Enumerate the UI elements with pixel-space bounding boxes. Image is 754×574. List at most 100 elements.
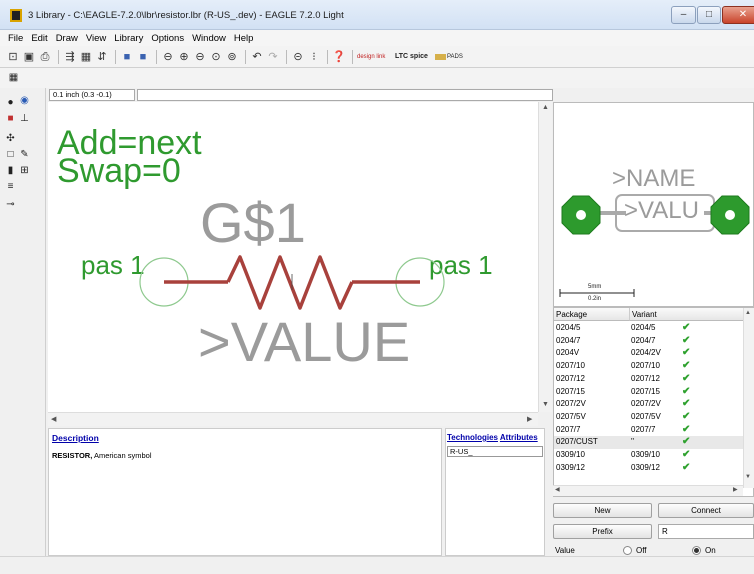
zoom-select-icon[interactable]: ⊚	[225, 50, 239, 64]
ltspice-button[interactable]: LTC spice	[395, 53, 428, 60]
connect-icon[interactable]: ⊸	[4, 198, 17, 211]
canvas-vertical-scrollbar[interactable]: ▲ ▼	[538, 102, 552, 412]
table-row[interactable]: 0207/10 0207/10 ✔	[554, 360, 744, 373]
copy-icon[interactable]: □	[4, 148, 17, 161]
package-variant-table: Package Variant 0204/5 0204/5 ✔ 0204/7 0204/…	[553, 307, 754, 497]
menu-view[interactable]: View	[86, 33, 106, 44]
menu-help[interactable]: Help	[234, 33, 254, 44]
menu-window[interactable]: Window	[192, 33, 226, 44]
column-header-package[interactable]: Package	[554, 308, 630, 321]
open-icon[interactable]: ⊡	[6, 50, 20, 64]
new-button[interactable]: New	[553, 503, 652, 518]
package-cell: 0204V	[556, 348, 580, 358]
zoom-out-icon[interactable]: ⊖	[193, 50, 207, 64]
delete-icon[interactable]: ▮	[4, 164, 17, 177]
canvas-horizontal-scrollbar[interactable]: ◀ ▶	[48, 412, 538, 426]
scale-in-label: 0.2in	[588, 296, 602, 302]
menu-draw[interactable]: Draw	[56, 33, 78, 44]
table-scroll-down-icon[interactable]: ▼	[745, 474, 751, 480]
variant-cell: 0207/7	[631, 424, 656, 434]
close-button[interactable]: ✕	[722, 6, 754, 24]
variant-cell: 0204/5	[631, 323, 656, 332]
attributes-link[interactable]: Attributes	[500, 433, 538, 442]
command-input[interactable]	[137, 89, 553, 101]
zoom-in-icon[interactable]: ⊕	[177, 50, 191, 64]
pad-right-hole	[725, 210, 735, 220]
value-off-radio[interactable]	[623, 546, 632, 555]
move-icon[interactable]: ✣	[4, 132, 17, 145]
print-icon[interactable]: ⎙	[38, 50, 52, 64]
table-row[interactable]: 0207/5V 0207/5V ✔	[554, 411, 744, 424]
description-subtitle: American symbol	[93, 451, 152, 460]
maximize-button[interactable]: □	[697, 6, 721, 24]
check-icon: ✔	[682, 410, 691, 422]
table-row[interactable]: 0207/7 0207/7 ✔	[554, 424, 744, 437]
scroll-down-icon[interactable]: ▼	[542, 401, 549, 408]
column-header-variant[interactable]: Variant	[630, 308, 744, 321]
grid-icon[interactable]: ▦	[7, 71, 20, 84]
table-row[interactable]: 0309/10 0309/10 ✔	[554, 449, 744, 462]
menu-file[interactable]: File	[8, 33, 23, 44]
scroll-right-icon[interactable]: ▶	[527, 415, 532, 423]
info-icon[interactable]: ●	[4, 96, 17, 109]
toolbar-divider	[352, 49, 353, 64]
table-row[interactable]: 0207/15 0207/15 ✔	[554, 386, 744, 399]
show-icon[interactable]: ◉	[18, 94, 31, 107]
table-scroll-left-icon[interactable]: ◀	[555, 486, 560, 493]
save-icon[interactable]: ▣	[22, 50, 36, 64]
table-vertical-scrollbar[interactable]: ▲ ▼	[743, 308, 754, 488]
menu-options[interactable]: Options	[151, 33, 184, 44]
package-cell: 0207/5V	[556, 411, 586, 421]
name-icon[interactable]: ≡	[4, 180, 17, 193]
check-icon: ✔	[682, 385, 691, 397]
toolbar-divider	[58, 49, 59, 64]
table-row[interactable]: 0207/2V 0207/2V ✔	[554, 398, 744, 411]
script-icon[interactable]: ■	[120, 50, 134, 64]
scroll-up-icon[interactable]: ▲	[542, 104, 549, 111]
ulp-icon[interactable]: ⇵	[95, 50, 109, 64]
package-preview: >NAME >VALU 5mm 0.2in	[553, 102, 754, 307]
add-icon[interactable]: ⊞	[18, 164, 31, 177]
status-bar	[0, 556, 754, 574]
display-icon[interactable]: ■	[4, 112, 17, 125]
pads-button[interactable]: PADS	[435, 53, 463, 60]
cam-icon[interactable]: ⇶	[63, 50, 77, 64]
designlink-button[interactable]: design link	[357, 54, 387, 60]
table-row[interactable]: 0204/5 0204/5 ✔	[554, 322, 744, 335]
menu-edit[interactable]: Edit	[31, 33, 47, 44]
change-icon[interactable]: ✎	[18, 148, 31, 161]
zoom-fit-icon[interactable]: ⊖	[161, 50, 175, 64]
layer-icon[interactable]: ■	[136, 50, 150, 64]
redo-icon[interactable]: ↷	[266, 50, 280, 64]
table-scroll-up-icon[interactable]: ▲	[745, 310, 751, 316]
stop-icon[interactable]: ⊝	[291, 50, 305, 64]
table-row[interactable]: 0309/12 0309/12 ✔	[554, 462, 744, 475]
prefix-input[interactable]: R	[658, 524, 754, 539]
table-row[interactable]: 0204/7 0204/7 ✔	[554, 335, 744, 348]
package-cell: 0207/2V	[556, 399, 586, 409]
toolbar-divider	[286, 49, 287, 64]
table-row[interactable]: 0204V 0204/2V ✔	[554, 347, 744, 360]
technologies-link[interactable]: Technologies	[447, 433, 498, 442]
redraw-icon[interactable]: ⊙	[209, 50, 223, 64]
prefix-button[interactable]: Prefix	[553, 524, 652, 539]
value-on-radio[interactable]	[692, 546, 701, 555]
description-link[interactable]: Description	[52, 433, 99, 443]
drawing-canvas[interactable]: Add=next Swap=0 G$1 pas 1 pas 1 >VALUE	[48, 102, 538, 412]
mark-icon[interactable]: ⊥	[18, 112, 31, 125]
technology-row[interactable]: R-US_	[447, 446, 543, 457]
table-row[interactable]: 0207/CUST '' ✔	[554, 436, 744, 449]
table-horizontal-scrollbar[interactable]: ◀ ▶	[553, 485, 743, 496]
board-icon[interactable]: ▦	[79, 50, 93, 64]
preview-value-text: >VALU	[624, 197, 699, 224]
table-scroll-right-icon[interactable]: ▶	[733, 486, 738, 493]
table-row[interactable]: 0207/12 0207/12 ✔	[554, 373, 744, 386]
undo-icon[interactable]: ↶	[250, 50, 264, 64]
minimize-button[interactable]: –	[671, 6, 696, 24]
go-icon[interactable]: ⁝	[307, 50, 321, 64]
menu-library[interactable]: Library	[114, 33, 143, 44]
connect-button[interactable]: Connect	[658, 503, 754, 518]
scroll-left-icon[interactable]: ◀	[51, 415, 56, 423]
variant-cell: 0207/12	[631, 373, 660, 383]
help-icon[interactable]: ❓	[332, 50, 346, 64]
